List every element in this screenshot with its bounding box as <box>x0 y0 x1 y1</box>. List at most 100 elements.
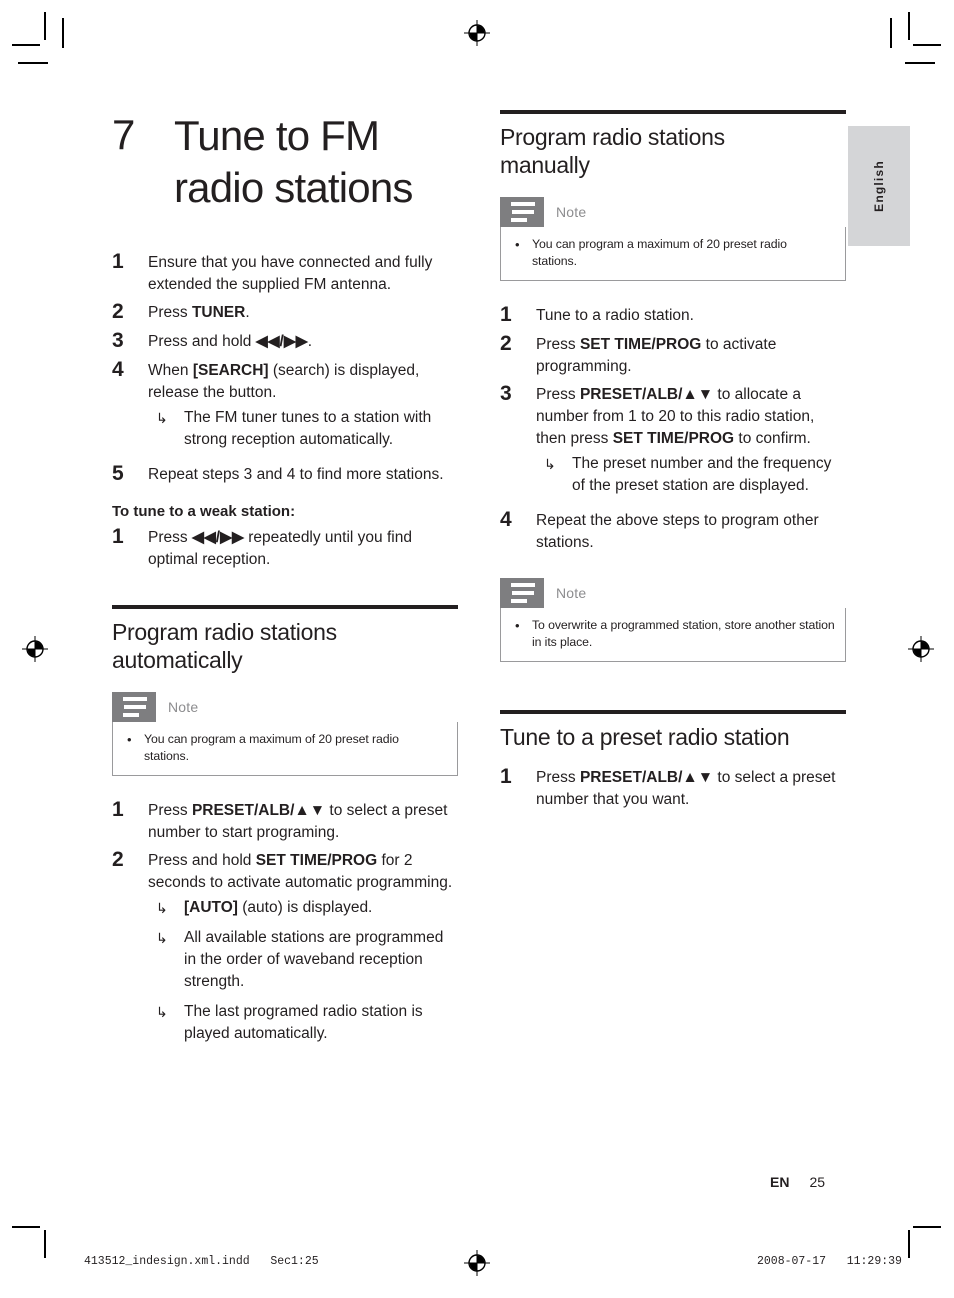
auto-program-steps: 1 Press PRESET/ALB/▲▼ to select a preset… <box>112 796 458 1045</box>
step-text-post: . <box>307 333 313 350</box>
step-item: 1 Ensure that you have connected and ful… <box>112 248 458 296</box>
step-number: 3 <box>500 382 512 405</box>
section-heading-line2: automatically <box>112 647 243 673</box>
step-text: Press PRESET/ALB/▲▼ to select a preset n… <box>148 796 458 844</box>
footer-locale: EN <box>770 1174 790 1190</box>
manual-program-steps: 1 Tune to a radio station. 2 Press SET T… <box>500 301 846 554</box>
step-item: 3 Press PRESET/ALB/▲▼ to allocate a numb… <box>500 380 846 497</box>
step-text-pre: Press <box>148 304 192 321</box>
right-column: Program radio stations manually Note • Y… <box>500 110 846 813</box>
note-header: Note <box>112 692 458 722</box>
step-text-post: . <box>245 304 250 321</box>
step-number: 1 <box>112 250 124 273</box>
step-item: 5 Repeat steps 3 and 4 to find more stat… <box>112 460 458 487</box>
note-label: Note <box>168 699 199 715</box>
step-text: When [SEARCH] (search) is displayed, rel… <box>148 356 458 451</box>
note-item: • To overwrite a programmed station, sto… <box>511 617 835 651</box>
left-column: 7 Tune to FM radio stations 1 Ensure tha… <box>112 110 458 1047</box>
button-name: SET TIME/PROG <box>255 852 378 869</box>
step-number: 4 <box>112 358 124 381</box>
step-number: 4 <box>500 508 512 531</box>
note-text: You can program a maximum of 20 preset r… <box>144 732 399 763</box>
step-number: 1 <box>112 798 124 821</box>
step-text: Press TUNER. <box>148 298 458 324</box>
chapter-heading: 7 Tune to FM radio stations <box>112 110 458 214</box>
note-body: • You can program a maximum of 20 preset… <box>500 227 846 281</box>
step-text: Press PRESET/ALB/▲▼ to select a preset n… <box>536 763 846 811</box>
result-text: [AUTO] (auto) is displayed. <box>184 897 458 919</box>
step-text-post: to confirm. <box>734 430 811 447</box>
section-heading-line1: Program radio stations <box>112 619 337 645</box>
section-tune-preset: Tune to a preset radio station 1 Press P… <box>500 710 846 811</box>
result-arrow-icon: ↳ <box>544 456 556 472</box>
section-program-automatically: Program radio stations automatically Not… <box>112 605 458 1045</box>
step-text-pre: Press and hold <box>148 333 256 350</box>
button-name: SET TIME/PROG <box>579 336 702 353</box>
step-number: 2 <box>500 332 512 355</box>
note-box: Note • To overwrite a programmed station… <box>500 578 846 662</box>
step-text-pre: When <box>148 362 193 379</box>
display-indicator: [SEARCH] <box>192 362 269 379</box>
section-rule <box>112 605 458 609</box>
step-item: 4 Repeat the above steps to program othe… <box>500 506 846 554</box>
step-number: 1 <box>112 525 124 548</box>
chapter-title-line2: radio stations <box>174 164 413 211</box>
chapter-title-line1: Tune to FM <box>174 112 380 159</box>
step-text: Press ◀◀/▶▶ repeatedly until you find op… <box>148 523 458 571</box>
note-label: Note <box>556 585 587 601</box>
step-number: 3 <box>112 329 124 352</box>
manual-page: 7 Tune to FM radio stations 1 Ensure tha… <box>0 0 954 1298</box>
note-label: Note <box>556 204 587 220</box>
note-text: You can program a maximum of 20 preset r… <box>532 237 787 268</box>
note-icon <box>500 578 544 608</box>
note-item: • You can program a maximum of 20 preset… <box>511 236 835 270</box>
step-text-pre: Press and hold <box>148 852 256 869</box>
printer-slug-left: 413512_indesign.xml.indd Sec1:25 <box>84 1255 319 1268</box>
step-result: ↳ The last programed radio station is pl… <box>148 1001 458 1045</box>
step-text: Repeat the above steps to program other … <box>536 512 819 551</box>
step-result: ↳ All available stations are programmed … <box>148 927 458 993</box>
step-item: 2 Press TUNER. <box>112 298 458 325</box>
step-text: Tune to a radio station. <box>536 307 694 324</box>
note-header: Note <box>500 197 846 227</box>
preset-steps: 1 Press PRESET/ALB/▲▼ to select a preset… <box>500 763 846 811</box>
step-text-pre: Press <box>536 336 580 353</box>
intro-steps-list: 1 Ensure that you have connected and ful… <box>112 248 458 487</box>
result-arrow-icon: ↳ <box>156 1004 168 1020</box>
step-text: Ensure that you have connected and fully… <box>148 254 433 293</box>
chapter-number: 7 <box>112 111 135 158</box>
prev-next-icon: ◀◀/▶▶ <box>255 333 308 350</box>
chapter-title: Tune to FM radio stations <box>174 110 413 214</box>
note-icon <box>500 197 544 227</box>
bullet-icon: • <box>127 732 132 747</box>
step-item: 1 Press ◀◀/▶▶ repeatedly until you find … <box>112 523 458 571</box>
result-text: The FM tuner tunes to a station with str… <box>184 409 432 448</box>
button-name: SET TIME/PROG <box>612 430 735 447</box>
bullet-icon: • <box>515 618 520 633</box>
result-text: The preset number and the frequency of t… <box>572 455 832 494</box>
result-arrow-icon: ↳ <box>156 900 168 916</box>
note-body: • To overwrite a programmed station, sto… <box>500 608 846 662</box>
weak-station-heading: To tune to a weak station: <box>112 503 296 520</box>
step-text: Press SET TIME/PROG to activate programm… <box>536 330 846 378</box>
step-text-pre: Press <box>148 802 192 819</box>
section-heading-line2: manually <box>500 152 590 178</box>
step-item: 2 Press and hold SET TIME/PROG for 2 sec… <box>112 846 458 1045</box>
step-text: Repeat steps 3 and 4 to find more statio… <box>148 466 444 483</box>
bullet-icon: • <box>515 237 520 252</box>
result-text-post: (auto) is displayed. <box>237 899 373 916</box>
result-arrow-icon: ↳ <box>156 930 168 946</box>
section-rule <box>500 110 846 114</box>
step-item: 1 Tune to a radio station. <box>500 301 846 328</box>
step-number: 2 <box>112 300 124 323</box>
button-name: PRESET/ALB/▲▼ <box>579 769 714 786</box>
step-result: ↳ The preset number and the frequency of… <box>536 453 846 497</box>
note-text: To overwrite a programmed station, store… <box>532 618 835 649</box>
note-body: • You can program a maximum of 20 preset… <box>112 722 458 776</box>
step-result: ↳ [AUTO] (auto) is displayed. <box>148 897 458 919</box>
language-tab-label: English <box>872 160 886 212</box>
result-text: All available stations are programmed in… <box>184 929 444 990</box>
display-indicator: [AUTO] <box>184 899 238 916</box>
step-text-pre: Press <box>536 386 580 403</box>
step-item: 1 Press PRESET/ALB/▲▼ to select a preset… <box>112 796 458 844</box>
